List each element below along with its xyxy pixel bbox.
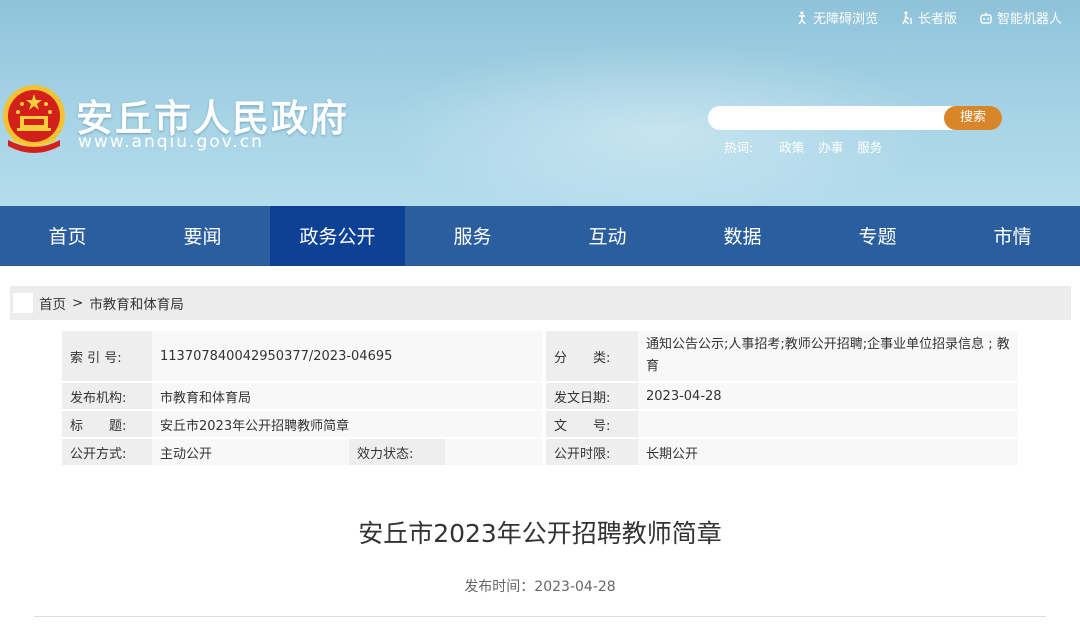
article-title: 安丘市2023年公开招聘教师简章 — [358, 519, 722, 548]
index-number-value: 113707840042950377/2023-04695 — [152, 331, 542, 383]
accessibility-icon — [798, 10, 806, 24]
hot-words: 热词: 政策 办事 服务 — [724, 137, 882, 156]
hot-word-link[interactable]: 政策 — [779, 137, 804, 156]
national-emblem-logo — [3, 85, 65, 153]
publisher-value: 市教育和体育局 — [152, 383, 542, 411]
doc-title-value: 安丘市2023年公开招聘教师简章 — [152, 411, 542, 439]
robot-link[interactable]: 智能机器人 — [979, 8, 1062, 27]
nav-item-news[interactable]: 要闻 — [135, 206, 270, 266]
table-row: 发布机构: 市教育和体育局 发文日期: 2023-04-28 — [62, 383, 1018, 411]
disclosure-period-value: 长期公开 — [638, 439, 1018, 467]
validity-status-label: 效力状态: — [349, 439, 445, 467]
hot-word-link[interactable]: 服务 — [857, 137, 882, 156]
site-url: www.anqiu.gov.cn — [78, 132, 264, 152]
disclosure-method-label: 公开方式: — [62, 439, 152, 467]
breadcrumb: 首页 > 市教育和体育局 — [10, 286, 1071, 320]
top-utility-links: 无障碍浏览 长者版 智能机器人 — [795, 8, 1062, 27]
table-row: 公开方式: 主动公开 效力状态: 公开时限: 长期公开 — [62, 439, 1018, 467]
publisher-label: 发布机构: — [62, 383, 152, 411]
doc-number-value — [638, 411, 1018, 439]
nav-item-services[interactable]: 服务 — [405, 206, 540, 266]
validity-status-value — [445, 439, 542, 467]
elder-icon — [902, 10, 912, 24]
disclosure-period-label: 公开时限: — [546, 439, 638, 467]
breadcrumb-separator: > — [72, 295, 84, 311]
search-input[interactable] — [720, 109, 940, 127]
table-row: 标 题: 安丘市2023年公开招聘教师简章 文 号: — [62, 411, 1018, 439]
issue-date-value: 2023-04-28 — [638, 383, 1018, 411]
nav-item-topics[interactable]: 专题 — [810, 206, 945, 266]
robot-link-label: 智能机器人 — [996, 12, 1062, 27]
nav-item-interaction[interactable]: 互动 — [540, 206, 675, 266]
issue-date-label: 发文日期: — [546, 383, 638, 411]
publish-time: 发布时间：2023-04-28 — [464, 579, 616, 595]
table-row: 索 引 号: 113707840042950377/2023-04695 分 类… — [62, 331, 1018, 383]
search-box: 搜索 — [708, 106, 1002, 130]
nav-item-city-info[interactable]: 市情 — [945, 206, 1080, 266]
location-icon — [13, 293, 33, 313]
breadcrumb-current[interactable]: 市教育和体育局 — [89, 293, 184, 313]
hot-words-label: 热词: — [724, 140, 754, 155]
category-value: 通知公告公示;人事招考;教师公开招聘;企事业单位招录信息 ; 教育 — [638, 331, 1018, 383]
elder-version-label: 长者版 — [917, 12, 957, 27]
nav-item-home[interactable]: 首页 — [0, 206, 135, 266]
index-number-label: 索 引 号: — [62, 331, 152, 383]
document-info-table: 索 引 号: 113707840042950377/2023-04695 分 类… — [62, 331, 1018, 467]
site-header: 无障碍浏览 长者版 智能机器人 安丘市人民政府 www.anqiu.gov.cn… — [0, 0, 1080, 206]
disclosure-method-value: 主动公开 — [152, 439, 349, 467]
search-button[interactable]: 搜索 — [944, 106, 1002, 130]
category-label: 分 类: — [546, 331, 638, 383]
accessibility-link-label: 无障碍浏览 — [812, 12, 878, 27]
breadcrumb-home[interactable]: 首页 — [39, 293, 66, 313]
nav-item-data[interactable]: 数据 — [675, 206, 810, 266]
hot-word-link[interactable]: 办事 — [818, 137, 843, 156]
robot-icon — [980, 12, 992, 24]
doc-title-label: 标 题: — [62, 411, 152, 439]
elder-version-link[interactable]: 长者版 — [900, 8, 957, 27]
main-nav: 首页 要闻 政务公开 服务 互动 数据 专题 市情 — [0, 206, 1080, 266]
nav-item-government-affairs[interactable]: 政务公开 — [270, 206, 405, 266]
accessibility-link[interactable]: 无障碍浏览 — [795, 8, 878, 27]
divider — [34, 616, 1046, 617]
doc-number-label: 文 号: — [546, 411, 638, 439]
